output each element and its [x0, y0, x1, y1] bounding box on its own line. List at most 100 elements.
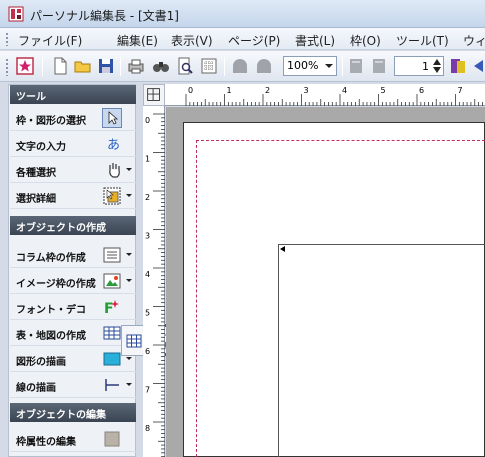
chevron-down-icon[interactable] — [126, 253, 132, 256]
ruler-number: 2 — [265, 86, 270, 95]
app-icon — [8, 6, 24, 22]
toolbar: 100% 1 — [0, 51, 485, 82]
menu-file[interactable]: ファイル(F) — [18, 32, 82, 49]
cursor-arrow-icon — [102, 108, 122, 128]
tool-label: 枠属性の編集 — [16, 437, 76, 448]
section-header-create[interactable]: オブジェクトの作成 — [10, 216, 136, 235]
new-document-icon[interactable] — [51, 57, 69, 75]
column-frame-icon — [103, 247, 121, 263]
menu-frame[interactable]: 枠(O) — [350, 32, 381, 49]
tool-label: イメージ枠の作成 — [16, 279, 96, 290]
save-icon[interactable] — [97, 57, 115, 75]
select-detail-icon — [103, 187, 121, 205]
tool-label: 表・地図の作成 — [16, 331, 86, 342]
chevron-down-icon[interactable] — [126, 357, 132, 360]
grid-icon[interactable] — [200, 57, 218, 75]
binoculars-icon[interactable] — [152, 57, 170, 75]
tool-label: 各種選択 — [16, 168, 56, 179]
print-preview-icon[interactable] — [176, 57, 194, 75]
ruler-number: 1 — [227, 86, 232, 95]
ruler-number: 7 — [145, 386, 150, 395]
svg-text:F: F — [104, 301, 114, 316]
page-number-input[interactable]: 1 — [394, 56, 444, 76]
ruler-number: 2 — [145, 193, 150, 202]
toolbar-separator — [342, 57, 343, 76]
horizontal-ruler[interactable]: 0 1 2 3 4 5 6 7 — [165, 84, 485, 106]
tool-frame-attributes[interactable]: 枠属性の編集 — [10, 426, 136, 452]
toolbar-separator — [224, 57, 225, 76]
ruler-number: 0 — [188, 86, 193, 95]
menu-page[interactable]: ページ(P) — [228, 32, 280, 49]
arrow-left-icon[interactable] — [471, 57, 485, 75]
title-bar: パーソナル編集長 - [文書1] — [0, 0, 485, 28]
chevron-down-icon[interactable] — [126, 279, 132, 282]
open-folder-icon[interactable] — [74, 57, 92, 75]
chevron-down-icon[interactable] — [126, 383, 132, 386]
ruler-number: 6 — [145, 347, 150, 356]
tool-label: 文字の入力 — [16, 142, 66, 153]
menu-edit[interactable]: 編集(E) — [117, 32, 158, 49]
window-title: パーソナル編集長 - [文書1] — [30, 9, 179, 23]
tool-label: 線の描画 — [16, 383, 56, 394]
tool-text-input[interactable]: 文字の入力 あ — [10, 131, 136, 157]
toolbar-grip[interactable] — [5, 58, 9, 76]
hand-icon — [109, 163, 120, 178]
chevron-down-icon[interactable] — [126, 194, 132, 197]
vertical-ruler-ticks: 0 1 2 3 4 5 6 7 8 — [145, 113, 165, 457]
arch-shape-icon[interactable] — [231, 57, 249, 75]
chevron-down-icon[interactable] — [126, 168, 132, 171]
tool-column-frame[interactable]: コラム枠の作成 — [10, 242, 136, 268]
font-deco-icon: F — [104, 300, 119, 316]
table-icon — [103, 326, 121, 340]
section-header-tools[interactable]: ツール — [10, 85, 136, 104]
ruler-number: 8 — [145, 424, 150, 433]
ruler-number: 1 — [145, 155, 150, 164]
toolbar-separator — [120, 57, 121, 76]
page-flip-icon[interactable] — [449, 57, 467, 75]
menu-tools[interactable]: ツール(T) — [396, 32, 449, 49]
tool-label: コラム枠の作成 — [16, 253, 86, 264]
tool-label: 枠・図形の選択 — [16, 116, 86, 127]
tool-panel: ツール 枠・図形の選択 文字の入力 あ 各種選択 選択詳細 オブジェクトの作成 … — [8, 84, 136, 457]
tool-line-draw[interactable]: 線の描画 — [10, 372, 136, 398]
menu-format[interactable]: 書式(L) — [295, 32, 335, 49]
ruler-corner-icon[interactable] — [143, 84, 165, 106]
tool-shape-draw[interactable]: 図形の描画 — [10, 346, 136, 372]
tool-select-frame[interactable]: 枠・図形の選択 — [10, 105, 136, 131]
page-prev-icon[interactable] — [347, 57, 365, 75]
menu-window[interactable]: ウィ — [463, 32, 485, 49]
page-number-value: 1 — [422, 60, 429, 73]
zoom-select[interactable]: 100% — [283, 56, 337, 76]
star-frame-icon[interactable] — [16, 57, 34, 75]
tool-label: 選択詳細 — [16, 194, 56, 205]
text-frame[interactable] — [278, 244, 485, 457]
menu-bar: ファイル(F) 編集(E) 表示(V) ページ(P) 書式(L) 枠(O) ツー… — [0, 28, 485, 50]
ruler-number: 3 — [304, 86, 309, 95]
spin-up-icon[interactable] — [432, 58, 442, 66]
ruler-number: 0 — [145, 116, 150, 125]
image-frame-icon — [103, 273, 121, 289]
horizontal-ruler-ticks: 0 1 2 3 4 5 6 7 — [185, 86, 483, 106]
toolbar-separator — [42, 57, 43, 76]
tool-label: 図形の描画 — [16, 357, 66, 368]
vertical-ruler[interactable]: 0 1 2 3 4 5 6 7 8 — [143, 106, 165, 457]
tool-table-map[interactable]: 表・地図の作成 — [10, 320, 136, 346]
shape-draw-icon — [103, 352, 121, 366]
tool-image-frame[interactable]: イメージ枠の作成 — [10, 268, 136, 294]
ruler-number: 5 — [381, 86, 386, 95]
tool-selection-detail[interactable]: 選択詳細 — [10, 183, 136, 209]
ruler-number: 4 — [342, 86, 347, 95]
spin-down-icon[interactable] — [432, 66, 442, 74]
table-grid-icon[interactable] — [126, 333, 142, 349]
arch-shape-icon[interactable] — [255, 57, 273, 75]
tool-various-select[interactable]: 各種選択 — [10, 157, 136, 183]
line-draw-icon — [105, 379, 119, 391]
ruler-number: 3 — [145, 232, 150, 241]
page-next-icon[interactable] — [370, 57, 388, 75]
ruler-number: 5 — [145, 309, 150, 318]
print-icon[interactable] — [127, 57, 145, 75]
section-header-edit[interactable]: オブジェクトの編集 — [10, 403, 136, 422]
tool-font-deco[interactable]: フォント・デコ F — [10, 294, 136, 320]
menu-view[interactable]: 表示(V) — [171, 32, 213, 49]
menu-grip[interactable] — [5, 32, 9, 46]
